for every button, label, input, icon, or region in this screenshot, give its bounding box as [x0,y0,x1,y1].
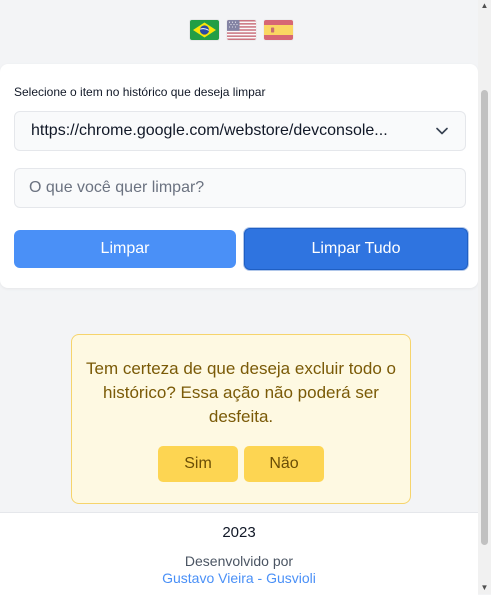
footer: 2023 Desenvolvido por Gustavo Vieira - G… [0,512,478,595]
flag-brazil-icon[interactable] [190,20,219,40]
footer-year: 2023 [222,524,256,541]
history-select-label: Selecione o item no histórico que deseja… [14,85,266,99]
clear-all-button[interactable]: Limpar Tudo [244,228,468,270]
page-scrollbar[interactable]: ▲ ▼ [478,0,491,594]
language-flags [190,20,293,40]
clear-history-card: Selecione o item no histórico que deseja… [0,64,478,288]
clear-button[interactable]: Limpar [14,230,236,268]
flag-spain-icon[interactable] [264,20,293,40]
history-item-select[interactable]: https://chrome.google.com/webstore/devco… [14,111,466,151]
confirm-clear-all-dialog: Tem certeza de que deseja excluir todo o… [71,334,411,504]
confirm-yes-button[interactable]: Sim [158,446,238,482]
flag-usa-icon[interactable] [227,20,256,40]
language-bar [0,0,478,64]
clear-term-input[interactable] [14,168,466,208]
scroll-up-arrow-icon[interactable]: ▲ [480,2,489,10]
chevron-down-icon [435,124,449,138]
author-link[interactable]: Gustavo Vieira - Gusvioli [0,570,478,586]
footer-developed-by: Desenvolvido por [184,553,294,569]
confirm-actions: Sim Não [72,446,410,482]
confirm-message: Tem certeza de que deseja excluir todo o… [86,359,396,426]
scrollbar-thumb[interactable] [481,90,488,545]
history-item-select-value: https://chrome.google.com/webstore/devco… [31,122,388,139]
scroll-down-arrow-icon[interactable]: ▼ [480,584,489,592]
confirm-no-button[interactable]: Não [244,446,324,482]
